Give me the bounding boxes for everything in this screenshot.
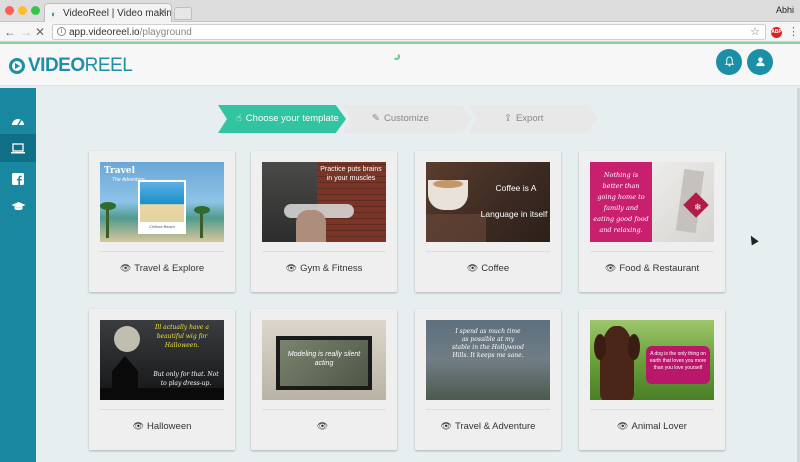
eye-icon: 👁 (604, 263, 617, 273)
videoreel-logo[interactable]: VIDEO REEL (9, 55, 133, 77)
template-thumbnail: Practice puts brains in your muscles (262, 162, 386, 242)
eye-icon: 👁 (316, 421, 329, 431)
user-icon (755, 56, 765, 66)
thumb-quote-line-1: Ill actually have a beautiful wig for Ha… (155, 324, 209, 349)
thumb-photo-frame: Chillout Beach (138, 180, 186, 234)
template-label: 👁 Gym & Fitness (285, 263, 363, 274)
template-thumbnail: Ill actually have a beautiful wig for Ha… (100, 320, 224, 400)
bookmark-star-icon[interactable]: ☆ (750, 25, 760, 38)
left-sidebar (0, 88, 36, 462)
template-thumbnail: I spend as much time as possible at my s… (426, 320, 550, 400)
thumb-caption: Chillout Beach (149, 224, 175, 229)
snowflake-icon: ❄ (694, 202, 702, 212)
thumb-quote-line-2: Language in itself (480, 209, 548, 219)
back-arrow-icon[interactable]: ← (4, 25, 16, 39)
thumb-title: Travel (104, 166, 135, 176)
step-export[interactable]: ⇪ Export (468, 105, 598, 133)
bell-icon (724, 56, 734, 67)
adblock-extension-icon[interactable]: ABP (771, 27, 782, 38)
step-label: Customize (383, 113, 429, 124)
user-account-button[interactable] (747, 49, 773, 75)
template-label: 👁 Coffee (466, 263, 510, 274)
step-label: Choose your template (245, 113, 339, 124)
eye-icon: 👁 (119, 263, 132, 273)
dashboard-icon (12, 118, 24, 125)
template-thumbnail: ❄ Nothing is better than going home to f… (590, 162, 714, 242)
template-card-modeling[interactable]: Modeling is really silent acting 👁 (251, 309, 397, 450)
template-card-coffee[interactable]: Coffee is A Language in itself 👁 Coffee (415, 151, 561, 292)
laptop-icon (11, 143, 25, 154)
step-label: Export (515, 113, 544, 124)
template-label: 👁 Food & Restaurant (604, 263, 700, 274)
template-thumbnail: Coffee is A Language in itself (426, 162, 550, 242)
thumb-quote: Modeling is really silent acting (287, 351, 361, 367)
template-card-gym-fitness[interactable]: Practice puts brains in your muscles 👁 Gy… (251, 151, 397, 292)
thumb-quote: I spend as much time as possible at my s… (452, 328, 524, 359)
browser-toolbar: ← → ✕ i app.videoreel.io/playground ☆ AB… (0, 22, 800, 42)
notifications-button[interactable] (716, 49, 742, 75)
hand-pointer-icon: ☝ (236, 113, 242, 124)
graduation-cap-icon (11, 202, 25, 211)
close-window-button[interactable] (5, 6, 14, 15)
template-thumbnail: A dog is the only thing on earth that lo… (590, 320, 714, 400)
template-card-travel-explore[interactable]: Travel The Adventure Chillout Beach 👁 Tra… (89, 151, 235, 292)
loading-spinner-icon (393, 53, 400, 60)
url-path: /playground (139, 27, 192, 38)
template-label: 👁 (251, 421, 397, 432)
eye-icon: 👁 (132, 421, 145, 431)
template-label: 👁 Travel & Adventure (440, 421, 536, 432)
template-card-food-restaurant[interactable]: ❄ Nothing is better than going home to f… (579, 151, 725, 292)
thumb-quote-line-2: But only for that. Not to play dress-up. (153, 371, 219, 387)
url-domain: app.videoreel.io (69, 27, 140, 38)
template-card-halloween[interactable]: Ill actually have a beautiful wig for Ha… (89, 309, 235, 450)
browser-menu-icon[interactable]: ⋮ (788, 24, 799, 40)
step-customize[interactable]: ✎ Customize (342, 105, 472, 133)
sidebar-item-templates[interactable] (0, 134, 36, 162)
site-info-icon[interactable]: i (57, 27, 66, 36)
edit-icon: ✎ (372, 113, 380, 124)
sidebar-item-tutorials[interactable] (0, 192, 36, 220)
eye-icon: 👁 (285, 263, 298, 273)
maximize-window-button[interactable] (31, 6, 40, 15)
template-card-travel-adventure[interactable]: I spend as much time as possible at my s… (415, 309, 561, 450)
address-bar[interactable]: i app.videoreel.io/playground ☆ (52, 24, 766, 40)
template-card-animal-lover[interactable]: A dog is the only thing on earth that lo… (579, 309, 725, 450)
app-header: VIDEO REEL (0, 44, 800, 86)
export-icon: ⇪ (504, 113, 512, 124)
logo-text-video: VIDEO (28, 55, 85, 76)
minimize-window-button[interactable] (18, 6, 27, 15)
eye-icon: 👁 (466, 263, 479, 273)
browser-tab-videoreel[interactable]: ◐ VideoReel | Video making app × (44, 3, 172, 22)
forward-arrow-icon[interactable]: → (20, 25, 32, 39)
browser-profile-name[interactable]: Abhi (776, 5, 794, 15)
thumb-quote: Practice puts brains in your muscles (320, 166, 382, 182)
stop-loading-icon[interactable]: ✕ (35, 25, 45, 39)
template-thumbnail: Modeling is really silent acting (262, 320, 386, 400)
step-choose-template[interactable]: ☝ Choose your template (218, 105, 346, 133)
template-label: 👁 Halloween (132, 421, 192, 432)
template-playground: ☝ Choose your template ✎ Customize ⇪ Export… (36, 88, 800, 462)
eye-icon: 👁 (617, 421, 629, 431)
logo-text-reel: REEL (84, 55, 133, 76)
browser-tab-strip: ◐ VideoReel | Video making app × Abhi (0, 0, 800, 22)
sidebar-item-facebook[interactable] (0, 164, 36, 192)
template-thumbnail: Travel The Adventure Chillout Beach (100, 162, 224, 242)
thumb-quote: Nothing is better than going home to fam… (593, 171, 649, 234)
template-label: 👁 Travel & Explore (119, 263, 205, 274)
tab-close-icon[interactable]: × (160, 7, 166, 18)
logo-play-icon (9, 58, 25, 74)
loading-favicon-icon: ◐ (51, 9, 57, 19)
tab-title: VideoReel | Video making app (63, 8, 172, 19)
thumb-quote: A dog is the only thing on earth that lo… (649, 351, 707, 371)
template-label: 👁 Animal Lover (617, 421, 687, 432)
facebook-icon (12, 172, 24, 185)
thumb-quote-line-1: Coffee is A (495, 183, 537, 193)
sidebar-item-dashboard[interactable] (0, 106, 36, 134)
new-tab-button[interactable] (174, 7, 192, 20)
eye-icon: 👁 (440, 421, 452, 431)
